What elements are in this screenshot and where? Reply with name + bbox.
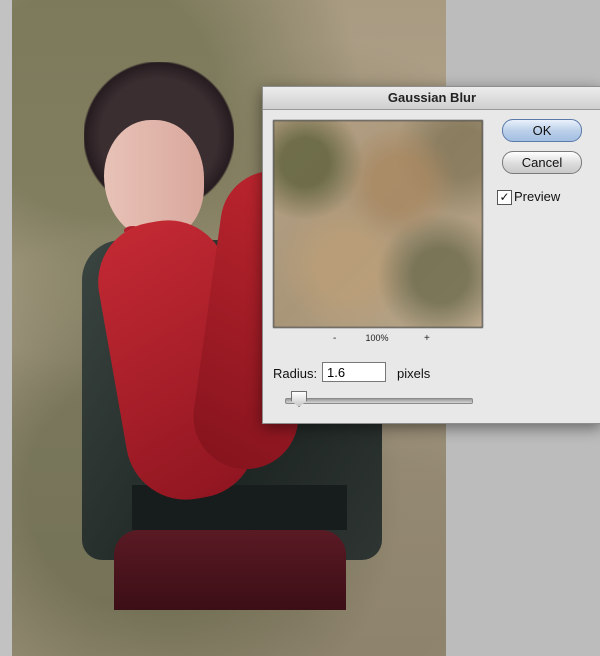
blur-preview-thumbnail[interactable] <box>273 120 483 328</box>
cancel-button[interactable]: Cancel <box>502 151 582 174</box>
figure-skirt <box>114 530 346 610</box>
dialog-title[interactable]: Gaussian Blur <box>263 87 600 110</box>
radius-unit-label: pixels <box>397 366 431 381</box>
ok-button[interactable]: OK <box>502 119 582 142</box>
gaussian-blur-dialog: Gaussian Blur 100% - + OK Cancel ✓ Previ… <box>262 86 600 424</box>
zoom-level: 100% <box>365 333 389 343</box>
zoom-controls: 100% - + <box>273 333 481 347</box>
check-icon[interactable]: ✓ <box>497 190 512 205</box>
preview-label: Preview <box>514 189 561 204</box>
radius-slider-thumb[interactable] <box>291 391 308 407</box>
radius-input[interactable] <box>322 362 386 382</box>
zoom-out-button[interactable]: - <box>333 333 336 344</box>
radius-label: Radius: <box>273 366 318 381</box>
zoom-in-button[interactable]: + <box>424 333 430 344</box>
radius-slider-track[interactable] <box>285 398 473 404</box>
